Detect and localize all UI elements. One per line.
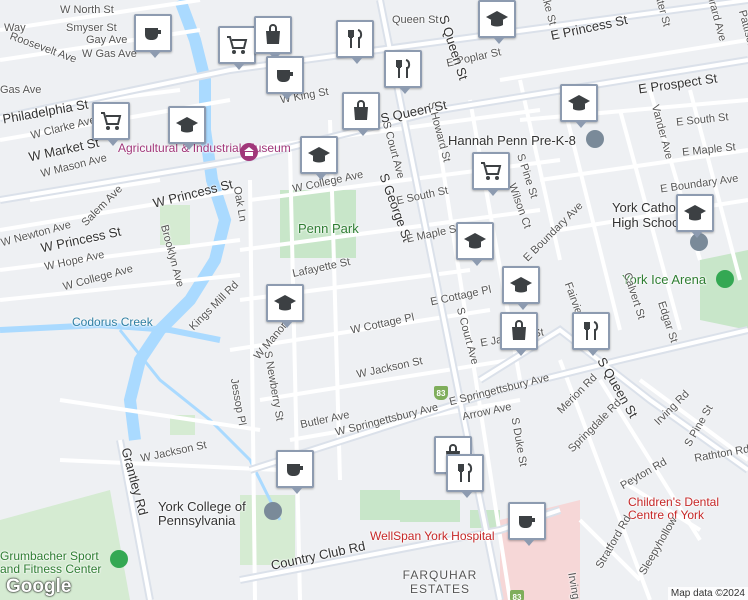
- childrens-dental-label[interactable]: Children's Dental Centre of York: [628, 496, 738, 522]
- school-cap-icon[interactable]: [676, 194, 714, 238]
- street-label: Way: [4, 22, 26, 34]
- hannah-penn-label[interactable]: Hannah Penn Pre-K-8: [448, 133, 576, 148]
- restaurant-icon[interactable]: [384, 50, 422, 94]
- restaurant-icon[interactable]: [446, 454, 484, 498]
- school-icon: [586, 130, 604, 148]
- arena-icon: [716, 270, 734, 288]
- map-attribution[interactable]: Map data ©2024: [667, 587, 748, 600]
- school-cap-icon[interactable]: [168, 106, 206, 150]
- restaurant-icon[interactable]: [336, 20, 374, 64]
- school-cap-icon[interactable]: [456, 222, 494, 266]
- penn-park-label[interactable]: Penn Park: [298, 221, 359, 236]
- fitness-icon: [110, 550, 128, 568]
- route-83-shield: 83: [510, 590, 524, 600]
- shopping-bag-icon[interactable]: [254, 16, 292, 60]
- route-83-shield: 83: [434, 386, 448, 400]
- museum-icon: [240, 143, 258, 161]
- restaurant-icon[interactable]: [572, 312, 610, 356]
- coffee-cup-icon[interactable]: [266, 56, 304, 100]
- shopping-bag-icon[interactable]: [500, 312, 538, 356]
- shopping-cart-icon[interactable]: [218, 26, 256, 70]
- farquhar-estates-label: FARQUHAR ESTATES: [402, 568, 478, 596]
- codorus-creek-label: Codorus Creek: [72, 315, 153, 329]
- wellspan-label[interactable]: WellSpan York Hospital: [370, 529, 495, 543]
- ice-arena-green: [700, 250, 748, 330]
- shopping-bag-icon[interactable]: [342, 92, 380, 136]
- street-label: Smyser St: [66, 22, 117, 34]
- york-college-label[interactable]: York College of Pennsylvania: [158, 500, 268, 528]
- grumbacher-label[interactable]: Grumbacher Sport and Fitness Center: [0, 550, 110, 576]
- coffee-cup-icon[interactable]: [508, 502, 546, 546]
- street-label: W North St: [60, 4, 114, 16]
- coffee-cup-icon[interactable]: [134, 14, 172, 58]
- school-cap-icon[interactable]: [300, 136, 338, 180]
- shopping-cart-icon[interactable]: [92, 102, 130, 146]
- coffee-cup-icon[interactable]: [276, 450, 314, 494]
- shopping-cart-icon[interactable]: [472, 152, 510, 196]
- school-cap-icon[interactable]: [478, 0, 516, 44]
- street-label: Gay Ave: [86, 34, 128, 46]
- street-label: Queen St: [392, 14, 439, 26]
- school-cap-icon[interactable]: [502, 266, 540, 310]
- school-cap-icon[interactable]: [266, 284, 304, 328]
- google-logo: Google: [6, 576, 72, 597]
- map-canvas[interactable]: Agricultural & Industrial Museum Penn Pa…: [0, 0, 748, 600]
- street-label: W Gas Ave: [82, 48, 137, 60]
- school-icon: [264, 502, 282, 520]
- street-label: Gas Ave: [0, 84, 42, 96]
- school-cap-icon[interactable]: [560, 84, 598, 128]
